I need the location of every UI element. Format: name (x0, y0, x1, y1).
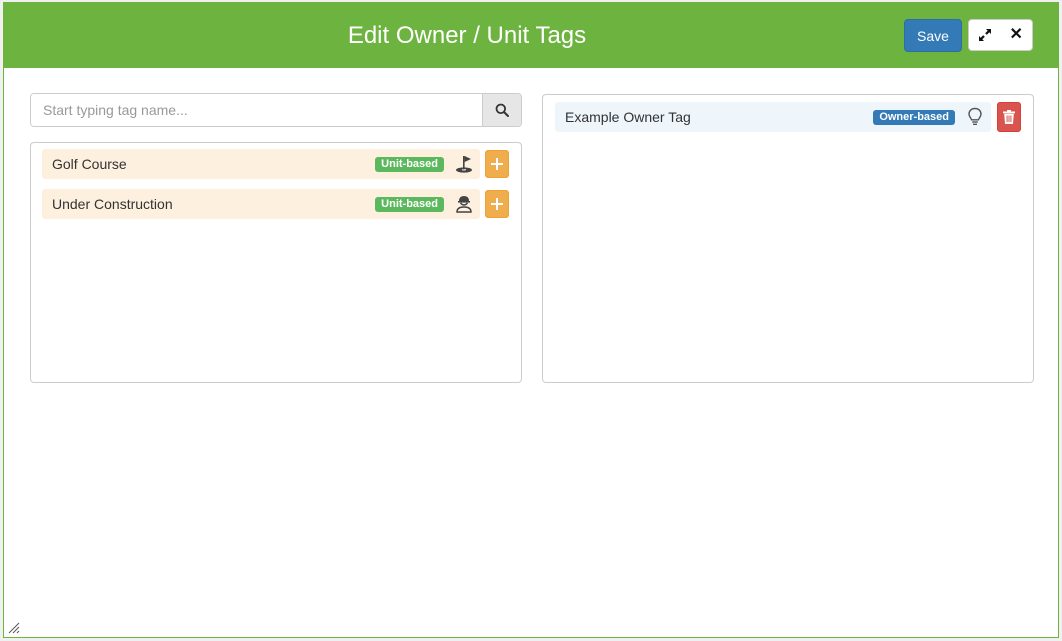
assigned-tags-panel: Example Owner Tag Owner-based (542, 94, 1034, 383)
tag-name: Golf Course (52, 156, 127, 172)
tag-name: Example Owner Tag (565, 109, 691, 125)
tag-search (30, 93, 522, 127)
tag-search-input[interactable] (31, 94, 482, 126)
save-button[interactable]: Save (904, 19, 962, 52)
available-tags-panel: Golf Course Unit-based Under Constructio… (30, 142, 522, 383)
close-icon[interactable]: ✕ (1001, 20, 1033, 50)
search-button[interactable] (482, 94, 521, 126)
search-icon (495, 103, 509, 117)
remove-tag-button[interactable] (997, 102, 1021, 132)
add-icon (491, 158, 503, 170)
window-controls: ✕ (968, 19, 1033, 51)
expand-icon[interactable] (969, 20, 1001, 50)
lightbulb-icon (963, 105, 987, 129)
assigned-tag-row[interactable]: Example Owner Tag Owner-based (555, 102, 991, 132)
edit-tags-modal: Edit Owner / Unit Tags Save ✕ Golf Cou (3, 2, 1059, 638)
owner-based-badge: Owner-based (873, 109, 955, 125)
golf-flag-icon (452, 152, 476, 176)
available-tag-row[interactable]: Golf Course Unit-based (42, 149, 480, 179)
modal-title: Edit Owner / Unit Tags (347, 22, 587, 49)
trash-icon (1003, 110, 1015, 124)
construction-worker-icon (452, 192, 476, 216)
available-tag-row[interactable]: Under Construction Unit-based (42, 189, 480, 219)
add-tag-button[interactable] (485, 150, 509, 178)
modal-header: Edit Owner / Unit Tags Save ✕ (4, 3, 1058, 68)
unit-based-badge: Unit-based (375, 196, 444, 212)
resize-grip-icon[interactable] (8, 621, 20, 634)
add-icon (491, 198, 503, 210)
tag-name: Under Construction (52, 196, 173, 212)
unit-based-badge: Unit-based (375, 156, 444, 172)
add-tag-button[interactable] (485, 190, 509, 218)
